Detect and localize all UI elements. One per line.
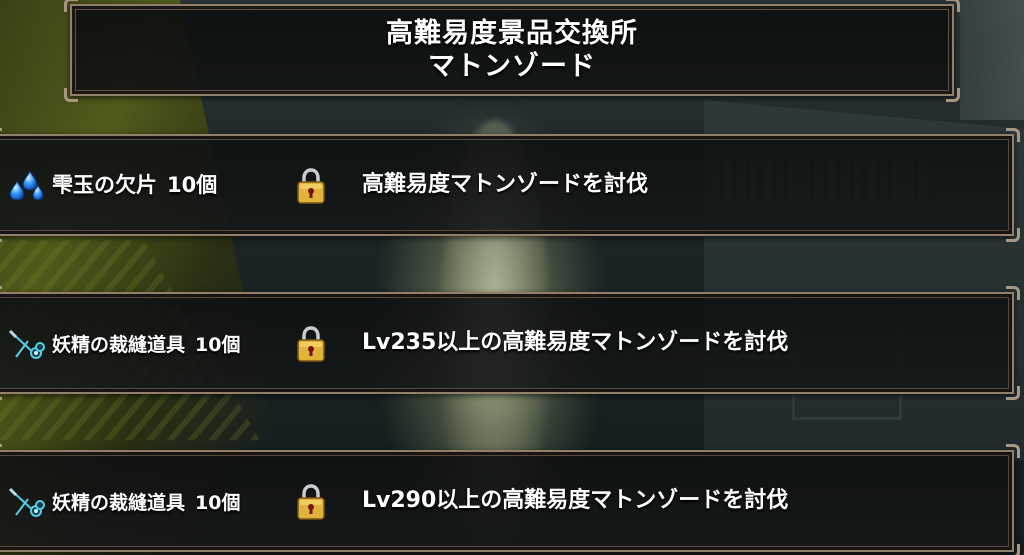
frame-corner xyxy=(0,228,2,242)
item-name: 妖精の裁縫道具 xyxy=(52,334,186,356)
frame-corner xyxy=(0,286,2,300)
frame-corner xyxy=(0,544,2,555)
frame-corner xyxy=(0,128,2,142)
frame-corner xyxy=(1006,386,1020,400)
unlock-condition: Lv235以上の高難易度マトンゾードを討伐 xyxy=(362,330,789,355)
item-label: 妖精の裁縫道具 10個 xyxy=(52,488,240,518)
page-subtitle: マトンゾード xyxy=(428,51,596,82)
fairy-sewing-kit-icon xyxy=(8,329,45,359)
fairy-sewing-kit-icon xyxy=(8,487,45,517)
background-pillar xyxy=(960,0,1024,120)
frame-corner xyxy=(0,444,2,458)
lock-icon xyxy=(297,168,325,204)
water-drop-shards-icon xyxy=(9,169,44,201)
frame-corner xyxy=(0,386,2,400)
frame-corner xyxy=(946,88,960,102)
item-name: 妖精の裁縫道具 xyxy=(52,492,186,514)
frame-corner xyxy=(1006,128,1020,142)
item-count: 10個 xyxy=(195,334,241,356)
frame-corner xyxy=(946,0,960,12)
unlock-condition: 高難易度マトンゾードを討伐 xyxy=(362,172,649,197)
frame-corner xyxy=(1006,228,1020,242)
reward-row[interactable]: 妖精の裁縫道具 10個 Lv290以上の高難易度マトンゾードを討伐 xyxy=(0,444,1020,555)
title-panel: 高難易度景品交換所 マトンゾード xyxy=(64,0,960,102)
reward-row[interactable]: 雫玉の欠片 10個 高難易度マトンゾードを討伐 xyxy=(0,128,1020,242)
page-title: 高難易度景品交換所 xyxy=(386,18,638,49)
lock-icon xyxy=(297,326,325,362)
item-label: 妖精の裁縫道具 10個 xyxy=(52,330,240,360)
frame-corner xyxy=(1006,444,1020,458)
frame-corner xyxy=(64,88,78,102)
item-name: 雫玉の欠片 xyxy=(52,173,157,197)
reward-row[interactable]: 妖精の裁縫道具 10個 Lv235以上の高難易度マトンゾードを討伐 xyxy=(0,286,1020,400)
item-count: 10個 xyxy=(195,492,241,514)
frame-corner xyxy=(1006,544,1020,555)
frame-corner xyxy=(64,0,78,12)
item-count: 10個 xyxy=(167,173,218,197)
frame-corner xyxy=(1006,286,1020,300)
item-label: 雫玉の欠片 10個 xyxy=(52,170,217,200)
unlock-condition: Lv290以上の高難易度マトンゾードを討伐 xyxy=(362,488,789,513)
lock-icon xyxy=(297,484,325,520)
